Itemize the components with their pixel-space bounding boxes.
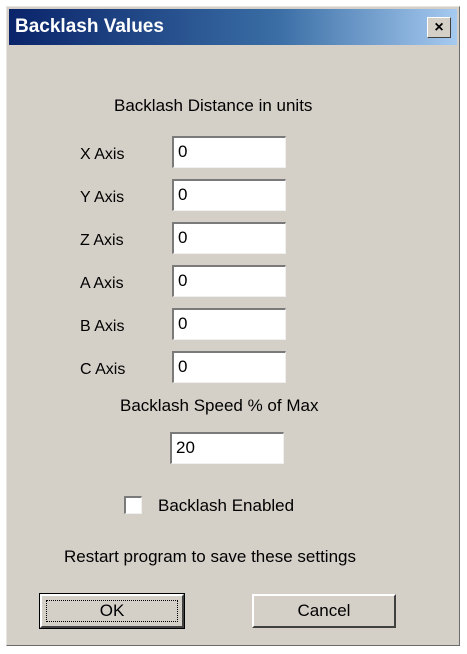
x-axis-label: X Axis — [80, 146, 125, 163]
ok-button[interactable]: OK — [39, 593, 185, 629]
z-axis-label: Z Axis — [80, 232, 124, 249]
x-axis-input[interactable]: 0 — [172, 136, 286, 168]
window-title: Backlash Values — [15, 16, 164, 37]
backlash-enabled-label[interactable]: Backlash Enabled — [158, 496, 294, 516]
c-axis-input[interactable]: 0 — [172, 351, 286, 383]
restart-note: Restart program to save these settings — [64, 547, 356, 566]
speed-label: Backlash Speed % of Max — [120, 396, 319, 415]
backlash-enabled-checkbox[interactable] — [124, 496, 142, 514]
a-axis-input[interactable]: 0 — [172, 265, 286, 297]
cancel-button[interactable]: Cancel — [252, 594, 396, 628]
b-axis-input[interactable]: 0 — [172, 308, 286, 340]
a-axis-label: A Axis — [80, 275, 124, 292]
c-axis-label: C Axis — [80, 361, 126, 378]
z-axis-input[interactable]: 0 — [172, 222, 286, 254]
speed-input[interactable]: 20 — [170, 432, 284, 464]
y-axis-label: Y Axis — [80, 189, 125, 206]
focus-rect — [46, 600, 178, 622]
y-axis-input[interactable]: 0 — [172, 179, 286, 211]
cancel-button-label: Cancel — [297, 601, 351, 620]
b-axis-label: B Axis — [80, 318, 125, 335]
distance-heading: Backlash Distance in units — [114, 96, 313, 115]
title-bar[interactable]: Backlash Values × — [9, 9, 457, 45]
close-button[interactable]: × — [427, 17, 451, 38]
